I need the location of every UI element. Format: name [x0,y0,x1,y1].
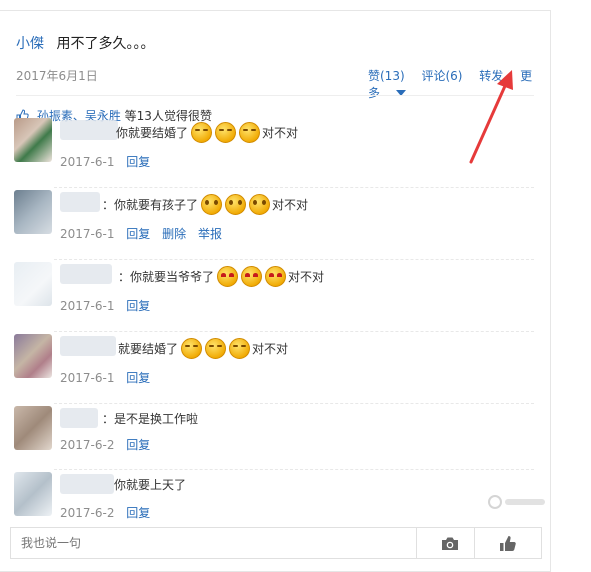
watermark-logo [488,495,548,512]
logo-icon [488,495,545,509]
camera-button[interactable] [416,528,483,558]
thumbs-up-icon [500,535,516,551]
camera-icon [442,537,458,550]
reply-bar [10,527,542,559]
like-comment-button[interactable] [474,528,541,558]
reply-input[interactable] [11,528,426,558]
annotation-arrow [469,70,513,164]
